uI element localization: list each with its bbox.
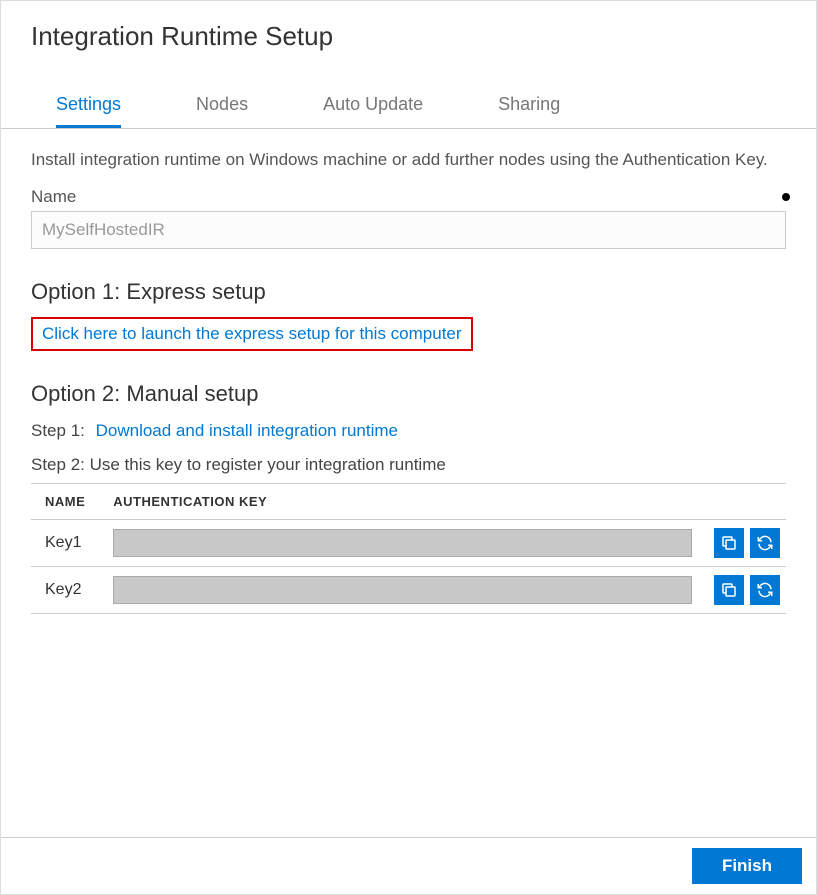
tab-bar: Settings Nodes Auto Update Sharing [1,94,816,129]
refresh-button[interactable] [750,575,780,605]
refresh-icon [756,534,774,552]
name-label: Name [31,187,76,207]
table-row: Key2 [31,566,786,613]
option2-heading: Option 2: Manual setup [31,381,786,407]
copy-button[interactable] [714,575,744,605]
tab-settings[interactable]: Settings [56,94,121,128]
option1-heading: Option 1: Express setup [31,279,786,305]
step2-text: Step 2: Use this key to register your in… [31,455,786,475]
express-link-highlight: Click here to launch the express setup f… [31,317,473,351]
tab-sharing[interactable]: Sharing [498,94,560,128]
col-name: NAME [31,483,99,519]
express-setup-link[interactable]: Click here to launch the express setup f… [42,324,462,343]
auth-key-table: NAME AUTHENTICATION KEY Key1 Key [31,483,786,614]
key-name: Key1 [31,519,99,566]
key-value-masked[interactable] [113,576,691,604]
page-title: Integration Runtime Setup [31,21,786,52]
footer: Finish [1,837,816,894]
refresh-icon [756,581,774,599]
tab-auto-update[interactable]: Auto Update [323,94,423,128]
step1-label: Step 1: [31,421,85,440]
name-input[interactable] [31,211,786,249]
finish-button[interactable]: Finish [692,848,802,884]
download-runtime-link[interactable]: Download and install integration runtime [96,421,398,440]
info-icon[interactable] [782,193,790,201]
col-auth-key: AUTHENTICATION KEY [99,483,697,519]
copy-icon [720,581,738,599]
refresh-button[interactable] [750,528,780,558]
table-row: Key1 [31,519,786,566]
key-value-masked[interactable] [113,529,691,557]
intro-text: Install integration runtime on Windows m… [31,147,786,173]
tab-nodes[interactable]: Nodes [196,94,248,128]
key-name: Key2 [31,566,99,613]
copy-button[interactable] [714,528,744,558]
copy-icon [720,534,738,552]
